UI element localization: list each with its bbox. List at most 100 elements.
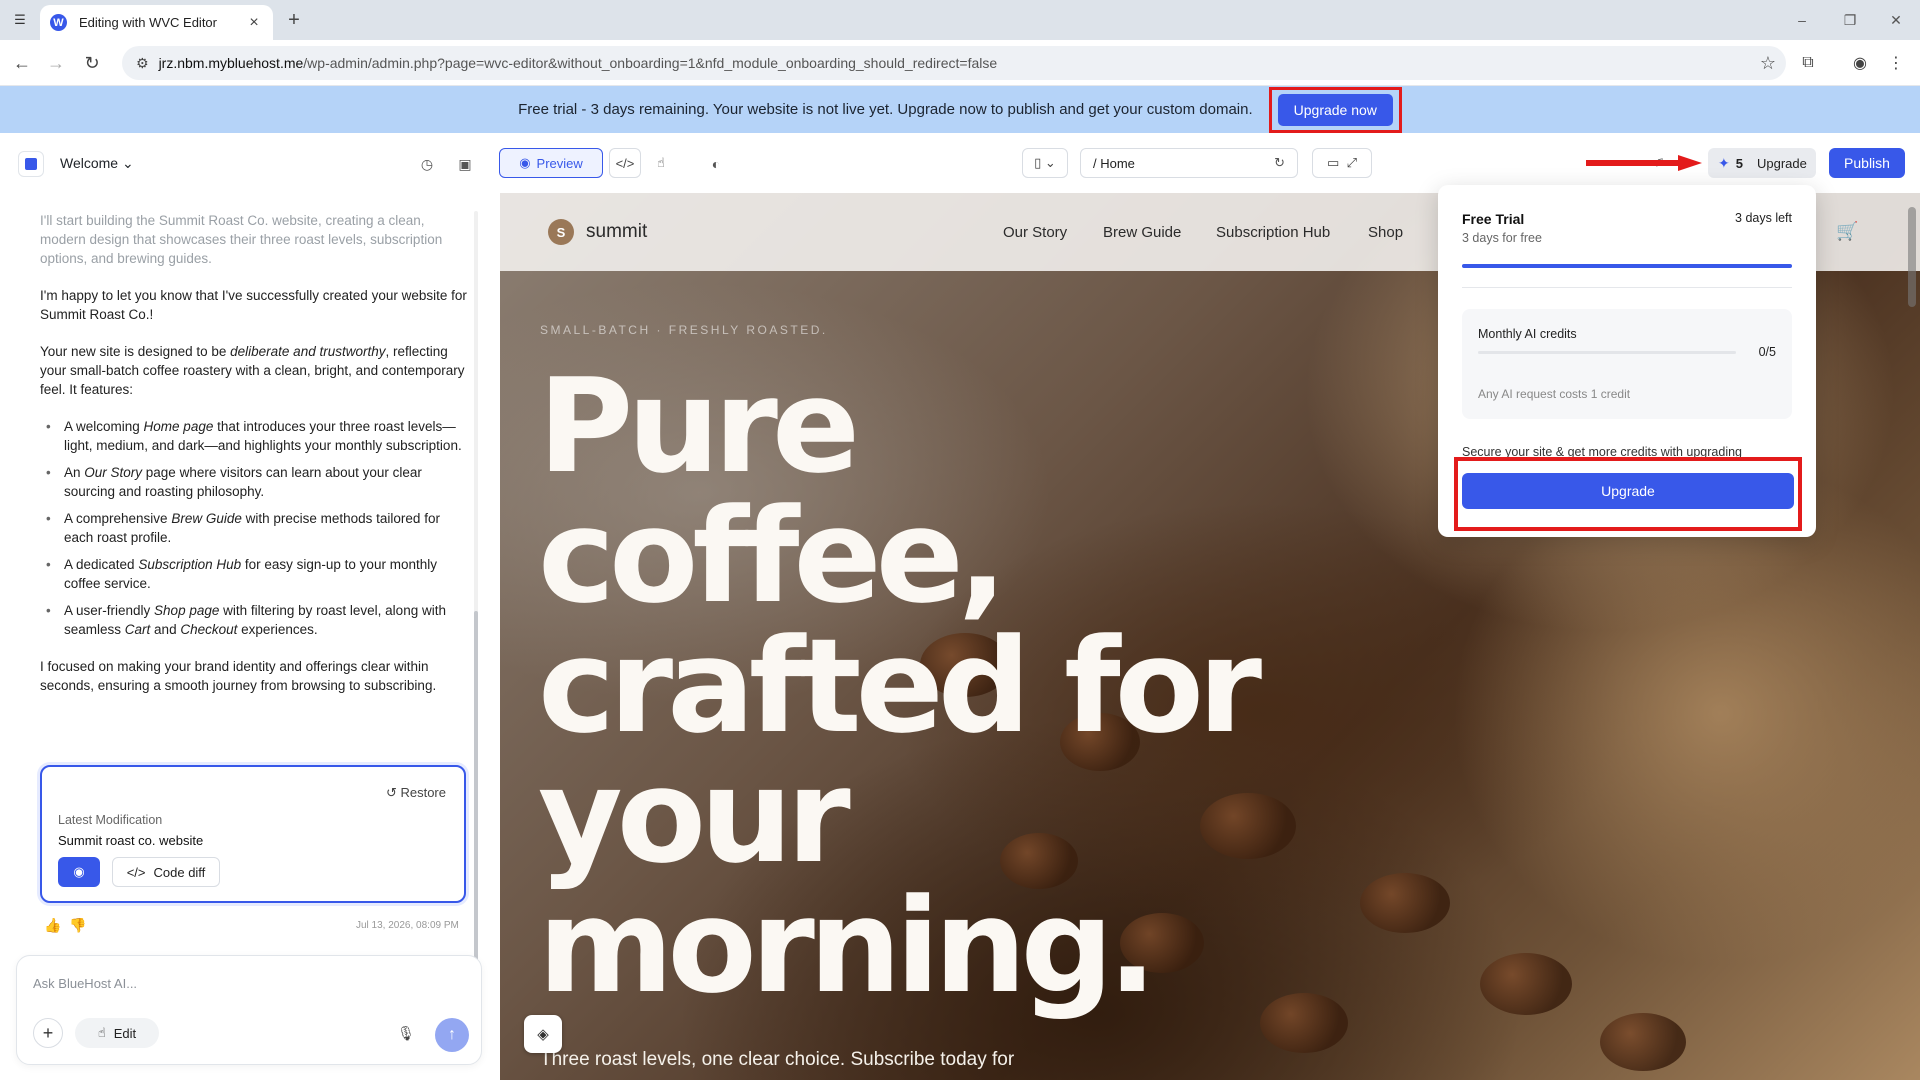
list-item: A comprehensive Brew Guide with precise … xyxy=(40,509,468,547)
fullscreen-icon[interactable]: ⤢ xyxy=(1347,155,1357,171)
nav-our-story[interactable]: Our Story xyxy=(1003,224,1067,241)
palette-icon[interactable]: ◐ xyxy=(705,153,727,175)
list-item: A dedicated Subscription Hub for easy si… xyxy=(40,555,468,593)
page-path-field[interactable]: / Home ↻ xyxy=(1080,148,1298,178)
chat-scrollbar[interactable] xyxy=(474,211,478,961)
restore-icon: ↺ xyxy=(385,785,397,800)
chat-input-placeholder[interactable]: Ask BlueHost AI... xyxy=(33,976,137,991)
popover-upgrade-button[interactable]: Upgrade xyxy=(1462,473,1794,509)
back-icon[interactable]: ← xyxy=(10,51,34,75)
tab-title: Editing with WVC Editor xyxy=(79,15,217,30)
nav-brew-guide[interactable]: Brew Guide xyxy=(1103,224,1181,241)
chat-message-intro: I'll start building the Summit Roast Co.… xyxy=(40,213,443,266)
tab-close-icon[interactable]: × xyxy=(245,14,263,32)
url-text: jrz.nbm.mybluehost.me/wp-admin/admin.php… xyxy=(159,55,998,71)
url-host: jrz.nbm.mybluehost.me xyxy=(158,55,304,71)
code-diff-label: Code diff xyxy=(153,864,206,880)
modification-label: Latest Modification xyxy=(58,813,163,827)
site-info-icon[interactable]: ⚙ xyxy=(136,55,149,72)
text: experiences. xyxy=(237,622,318,637)
microphone-icon[interactable]: 🎙 xyxy=(393,1020,419,1046)
minimize-icon[interactable]: – xyxy=(1780,6,1824,34)
upgrade-now-button[interactable]: Upgrade now xyxy=(1277,93,1393,126)
publish-button[interactable]: Publish xyxy=(1829,148,1905,178)
browser-menu-icon[interactable]: ⋮ xyxy=(1884,51,1908,75)
hero-title: Pure coffee, crafted for your morning. xyxy=(538,361,1298,1011)
sidebar-toggle-icon[interactable]: ▣ xyxy=(454,153,476,175)
browser-toolbar: ← → ↻ ⚙ jrz.nbm.mybluehost.me/wp-admin/a… xyxy=(0,40,1920,86)
eye-icon: ◉ xyxy=(519,155,531,170)
close-window-icon[interactable]: ✕ xyxy=(1874,6,1918,34)
nav-shop[interactable]: Shop xyxy=(1368,224,1403,241)
address-bar[interactable]: ⚙ jrz.nbm.mybluehost.me/wp-admin/admin.p… xyxy=(122,46,1786,80)
emphasis: Shop page xyxy=(154,603,220,618)
pointer-icon: ☝ xyxy=(97,1025,106,1040)
credits-note: Any AI request costs 1 credit xyxy=(1478,387,1631,401)
credits-progress-bar xyxy=(1478,351,1736,354)
desktop-icon[interactable]: ▭ xyxy=(1327,155,1339,171)
thumbs-up-icon[interactable]: 👍 xyxy=(44,917,61,933)
new-tab-icon[interactable]: + xyxy=(282,8,306,32)
credits-upgrade-button[interactable]: ✦ 5 Upgrade xyxy=(1708,148,1816,178)
hero-line: crafted for xyxy=(538,610,1262,762)
url-path: /wp-admin/admin.php?page=wvc-editor&with… xyxy=(303,55,998,71)
tab-search-icon[interactable]: ☰ xyxy=(8,8,32,32)
forward-icon[interactable]: → xyxy=(44,51,68,75)
feedback-group: 👍 👎 xyxy=(44,917,87,934)
page-select-button[interactable]: ▯ ⌄ xyxy=(1022,148,1068,178)
chat-input-box[interactable]: Ask BlueHost AI... + ☝ Edit 🎙 ↑ xyxy=(16,955,482,1065)
upgrade-now-highlight: Upgrade now xyxy=(1268,86,1402,133)
site-logo[interactable]: summit xyxy=(586,221,647,243)
emphasis: Subscription Hub xyxy=(138,557,242,572)
history-icon[interactable]: ◷ xyxy=(416,153,438,175)
extensions-icon[interactable]: ⧉ xyxy=(1796,51,1820,75)
credits-count: 5 xyxy=(1735,155,1743,171)
welcome-dropdown[interactable]: Welcome ⌄ xyxy=(60,155,134,172)
preview-label: Preview xyxy=(536,155,583,171)
trial-banner-text: Free trial - 3 days remaining. Your webs… xyxy=(518,101,1253,118)
upgrade-highlight: Upgrade xyxy=(1454,457,1802,531)
device-toggle[interactable]: ▭ ⤢ xyxy=(1312,148,1372,178)
emphasis: Cart xyxy=(124,622,151,637)
send-arrow-icon[interactable]: ↑ xyxy=(435,1018,469,1052)
text: A comprehensive xyxy=(64,511,172,526)
divider xyxy=(1462,287,1792,288)
restore-button[interactable]: ↺ Restore xyxy=(386,785,446,801)
popover-subtitle: 3 days for free xyxy=(1462,231,1542,245)
thumbs-down-icon[interactable]: 👎 xyxy=(69,917,86,933)
reload-icon[interactable]: ↻ xyxy=(80,51,104,75)
apps-grid-icon[interactable] xyxy=(18,151,44,177)
preview-button[interactable]: ◉ Preview xyxy=(499,148,603,178)
emphasis: Our Story xyxy=(84,465,143,480)
chat-scrollbar-thumb[interactable] xyxy=(474,611,478,961)
emphasis: Home page xyxy=(143,419,214,434)
site-logo-mark[interactable]: S xyxy=(548,219,574,245)
code-diff-button[interactable]: </> Code diff xyxy=(112,857,220,887)
preview-scrollbar[interactable] xyxy=(1908,207,1916,307)
page-reload-icon[interactable]: ↻ xyxy=(1274,155,1285,171)
list-item: A welcoming Home page that introduces yo… xyxy=(40,417,468,455)
view-modification-button[interactable]: ◉ xyxy=(58,857,100,887)
browser-tab[interactable]: W Editing with WVC Editor × xyxy=(40,5,273,40)
profile-icon[interactable]: ◉ xyxy=(1848,51,1872,75)
browser-tabstrip: ☰ W Editing with WVC Editor × + – ❐ ✕ xyxy=(0,0,1920,40)
restore-window-icon[interactable]: ❐ xyxy=(1828,6,1872,34)
list-item: An Our Story page where visitors can lea… xyxy=(40,463,468,501)
list-item: A user-friendly Shop page with filtering… xyxy=(40,601,468,639)
modification-card: ↺ Restore Latest Modification Summit roa… xyxy=(40,765,466,903)
add-attachment-icon[interactable]: + xyxy=(33,1018,63,1048)
bookmark-star-icon[interactable]: ☆ xyxy=(1760,53,1776,74)
free-trial-popover: Free Trial 3 days for free 3 days left M… xyxy=(1438,185,1816,537)
cart-icon[interactable]: 🛒 xyxy=(1836,221,1858,242)
message-timestamp: Jul 13, 2026, 08:09 PM xyxy=(356,920,459,931)
layers-icon[interactable]: ◈ xyxy=(524,1015,562,1053)
sparkle-icon: ✦ xyxy=(1718,154,1730,171)
emphasis: Brew Guide xyxy=(171,511,242,526)
emphasis: deliberate and trustworthy xyxy=(230,344,386,359)
chevron-down-icon: ⌄ xyxy=(121,155,134,171)
nav-subscription-hub[interactable]: Subscription Hub xyxy=(1216,224,1330,241)
edit-mode-button[interactable]: ☝ Edit xyxy=(75,1018,159,1048)
text: A welcoming xyxy=(64,419,144,434)
select-tool-button[interactable]: ☝ xyxy=(645,148,677,178)
code-view-button[interactable]: </> xyxy=(609,148,641,178)
